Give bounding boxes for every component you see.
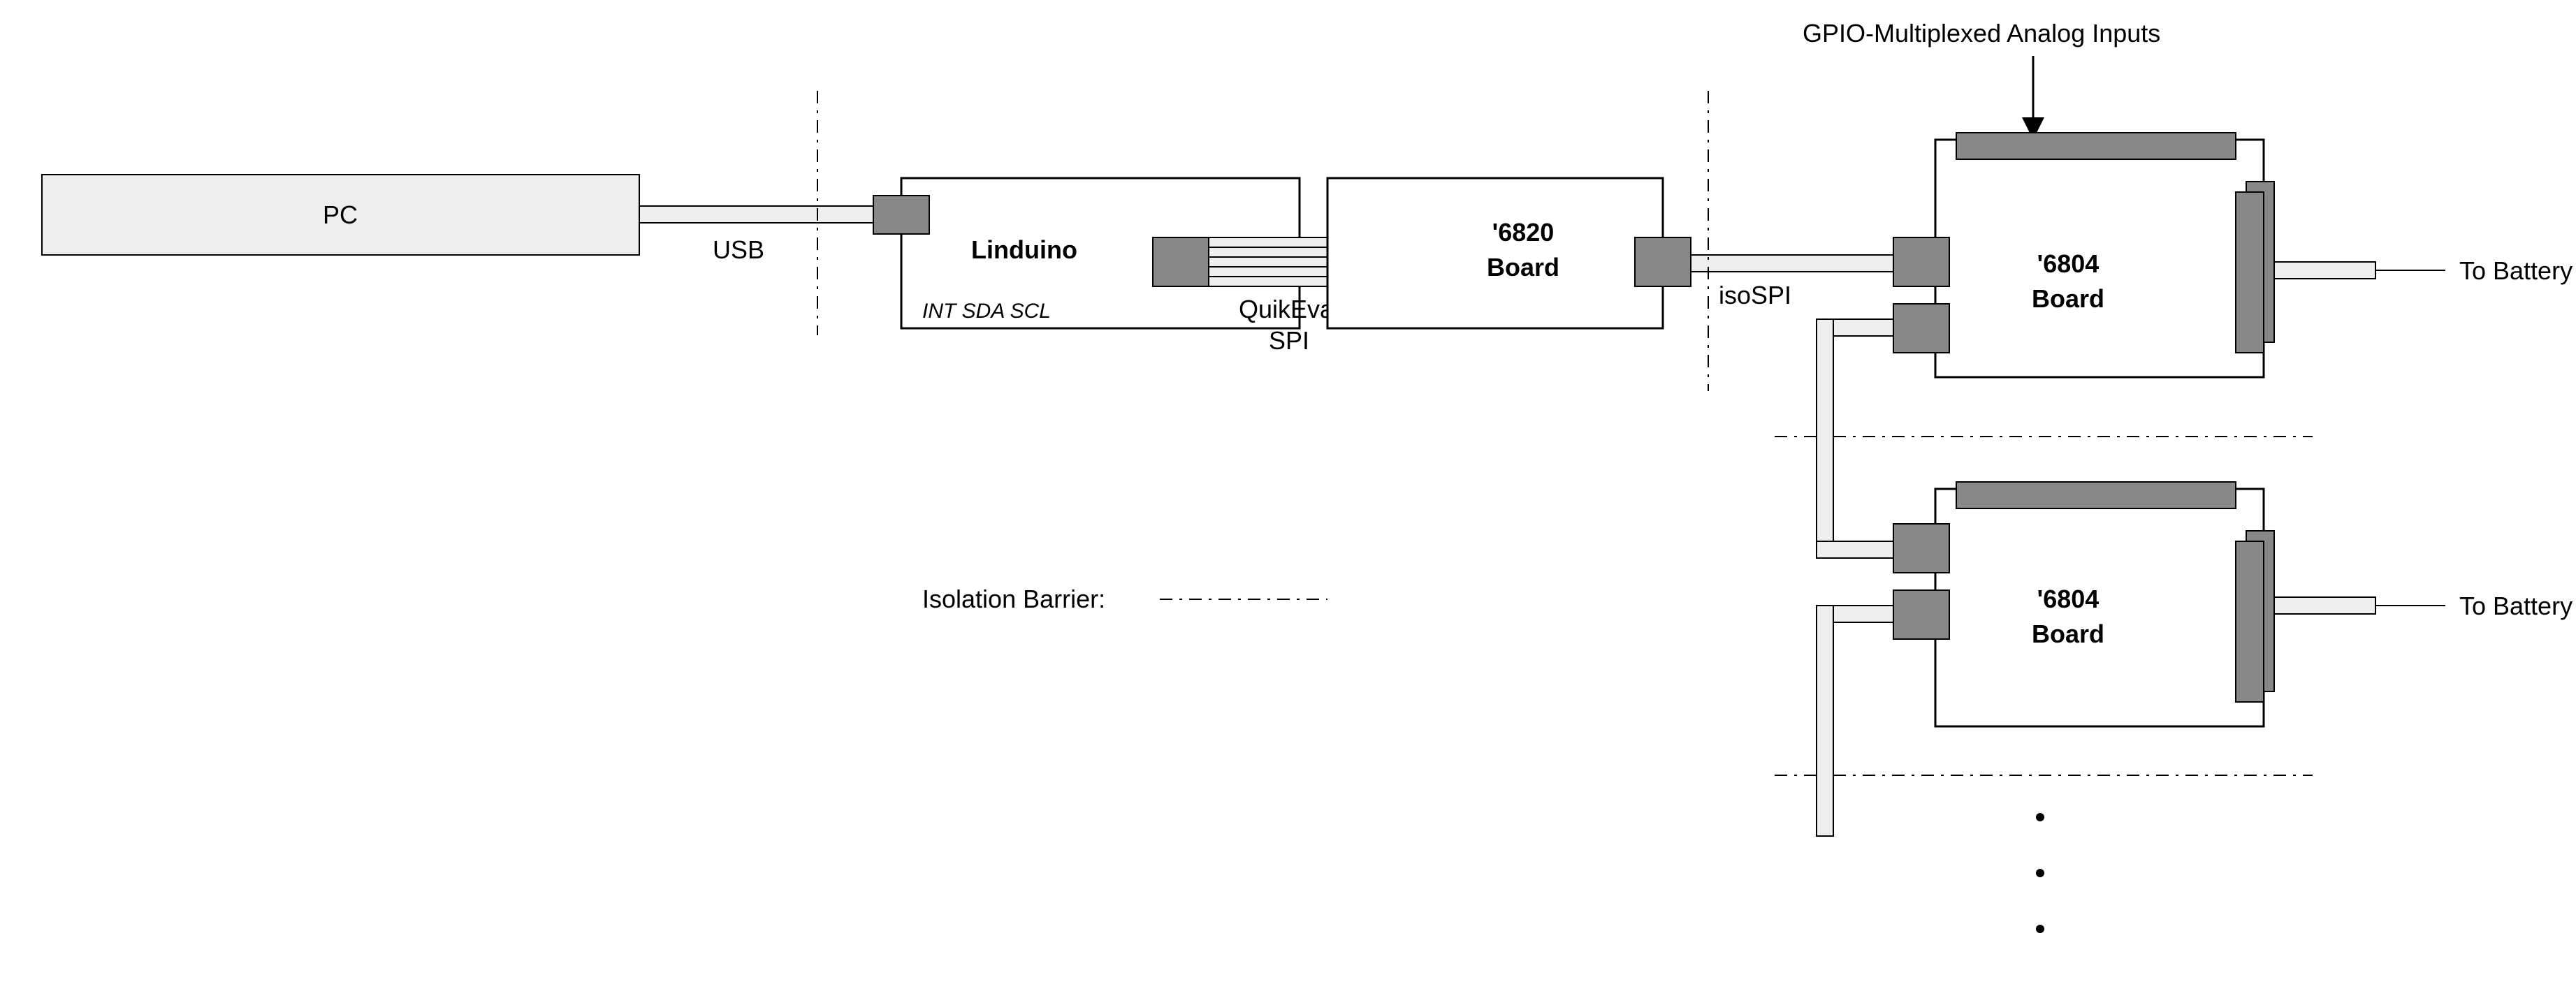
linduino-usb-port	[873, 196, 929, 234]
daisy-wire-1-bot	[1817, 541, 1893, 558]
board-6820-isospi-port	[1635, 237, 1691, 286]
board-6804-2-l1: '6804	[2037, 585, 2100, 613]
board-6820-l2: Board	[1487, 253, 1559, 281]
board-6804-1-l2: Board	[2032, 284, 2104, 313]
board-6804-top-header	[1956, 482, 2236, 508]
board-6804-1-l1: '6804	[2037, 249, 2100, 278]
board-6804-top-header	[1956, 133, 2236, 159]
daisy-wire-2-vert	[1817, 606, 1833, 836]
ellipsis-dot	[2036, 925, 2044, 933]
board-6804-2-batt-label: To Battery	[2459, 592, 2573, 620]
quikeval-label-1: QuikEval	[1239, 295, 1339, 323]
ellipsis-dot	[2036, 813, 2044, 821]
board-6804-1-batt-label: To Battery	[2459, 256, 2573, 285]
board-6804-1: '6804 Board To Battery	[1893, 133, 2573, 377]
board-6804-outline	[1935, 489, 2264, 726]
linduino-pins: INT SDA SCL	[922, 300, 1051, 323]
board-6804-isospi-in	[1893, 524, 1949, 573]
board-6804-1-batt-wire	[2274, 262, 2375, 279]
board-6804-right-header-front	[2236, 192, 2264, 353]
usb-label: USB	[713, 235, 764, 264]
board-6804-2-batt-wire	[2274, 597, 2375, 614]
quikeval-conn-left	[1153, 237, 1209, 286]
isospi-label: isoSPI	[1719, 281, 1791, 309]
pc-label: PC	[323, 200, 358, 229]
board-6804-outline	[1935, 140, 2264, 377]
usb-wire	[639, 206, 873, 223]
quikeval-label-2: SPI	[1269, 326, 1309, 355]
daisy-wire-1-vert	[1817, 319, 1833, 557]
ellipsis-dot	[2036, 869, 2044, 877]
title-text: GPIO-Multiplexed Analog Inputs	[1803, 19, 2160, 47]
board-6804-right-header-front	[2236, 541, 2264, 702]
isolation-legend-text: Isolation Barrier:	[922, 585, 1105, 613]
board-6804-isospi-out	[1893, 304, 1949, 353]
board-6804-2: '6804 Board To Battery	[1893, 482, 2573, 726]
diagram-root: GPIO-Multiplexed Analog Inputs PC USB Li…	[0, 0, 2576, 989]
linduino-label: Linduino	[971, 235, 1077, 264]
isospi-wire	[1691, 255, 1893, 272]
board-6820-l1: '6820	[1492, 218, 1555, 247]
board-6804-isospi-out	[1893, 590, 1949, 639]
board-6804-2-l2: Board	[2032, 620, 2104, 648]
board-6804-isospi-in	[1893, 237, 1949, 286]
